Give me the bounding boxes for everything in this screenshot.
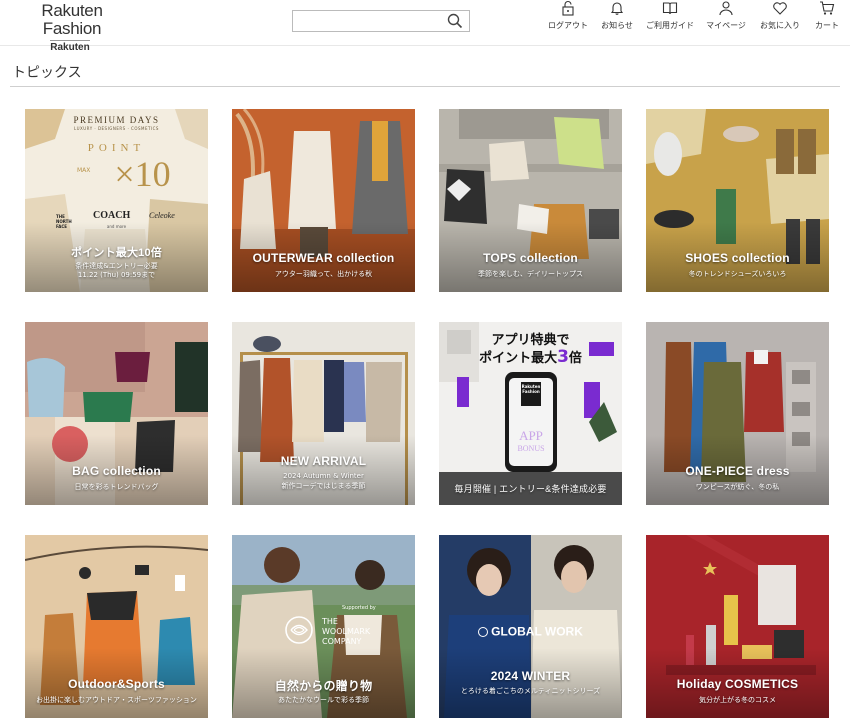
brand-celeoke: Celeoke — [149, 211, 175, 220]
section-title: トピックス — [12, 65, 82, 81]
search-input[interactable] — [293, 11, 443, 31]
premium-sub-2: 11.22 (Thu) 09:59まで — [77, 271, 156, 279]
search-icon[interactable] — [447, 13, 463, 29]
shoes-title: SHOES collection — [685, 251, 790, 265]
app-headline-1: アプリ特典で — [491, 333, 570, 348]
woolmark-sub: あたたかなウールで彩る季節 — [278, 696, 369, 704]
premium-days-tagline: LUXURY · DESIGNERS · COSMETICS — [74, 126, 159, 131]
tile-outdoor-sports[interactable]: Outdoor&Sports お出掛に楽しむアウトドア・スポーツファッション — [25, 535, 208, 718]
tile-premium-days[interactable]: PREMIUM DAYS LUXURY · DESIGNERS · COSMET… — [25, 109, 208, 292]
shoes-sub: 冬のトレンドシューズいろいろ — [688, 270, 787, 278]
nav-guide[interactable]: ご利用ガイド — [644, 0, 696, 34]
nav-cart-label: カート — [815, 21, 839, 30]
heart-icon — [773, 2, 787, 15]
tile-woolmark[interactable]: Supported by THE WOOLMARK COMPANY 自然からの贈… — [232, 535, 415, 718]
nav-cart[interactable]: カート — [812, 0, 842, 34]
woolmark-logo-icon — [285, 616, 313, 644]
global-work-brand: GLOBAL WORK — [439, 621, 622, 640]
nav-notifications[interactable]: お知らせ — [598, 0, 636, 34]
nav-favorites[interactable]: お気に入り — [757, 0, 803, 34]
tile-app-bonus[interactable]: アプリ特典で ポイント最大3倍 Rakuten Fashion APP BONU… — [439, 322, 622, 505]
one-piece-title: ONE-PIECE dress — [685, 464, 790, 478]
one-piece-sub: ワンピースが紡ぐ、冬の私 — [695, 483, 780, 491]
woolmark-line-2: WOOLMARK — [322, 627, 371, 636]
nav-favorites-label: お気に入り — [760, 21, 800, 30]
app-title: 毎月開催 | エントリー&条件達成必要 — [454, 484, 607, 494]
bag-sub: 日常を彩るトレンドバッグ — [74, 483, 159, 491]
outdoor-title: Outdoor&Sports — [68, 677, 165, 691]
bag-title: BAG collection — [72, 464, 161, 478]
globe-icon — [478, 626, 489, 637]
global-work-brand-text: GLOBAL WORK — [491, 624, 583, 639]
nav-logout-label: ログアウト — [548, 21, 588, 30]
premium-title: ポイント最大10倍 — [70, 247, 163, 259]
book-icon — [662, 2, 678, 15]
tops-title: TOPS collection — [483, 251, 578, 265]
rakuten-fashion-logo[interactable]: Rakuten Fashion Rakuten — [12, 2, 132, 54]
holiday-title: Holiday COSMETICS — [676, 677, 799, 691]
woolmark-line-3: COMPANY — [322, 637, 362, 646]
nav-mypage[interactable]: マイページ — [705, 0, 747, 34]
bell-icon — [610, 2, 624, 15]
tile-one-piece-dress[interactable]: ONE-PIECE dress ワンピースが紡ぐ、冬の私 — [646, 322, 829, 505]
outerwear-sub: アウター羽織って、出かける秋 — [274, 270, 373, 278]
tile-shoes-collection[interactable]: SHOES collection 冬のトレンドシューズいろいろ — [646, 109, 829, 292]
logo-sub-text: Rakuten — [50, 40, 90, 53]
nav-mypage-label: マイページ — [706, 21, 746, 30]
tile-bag-collection[interactable]: BAG collection 日常を彩るトレンドバッグ — [25, 322, 208, 505]
times-ten: ×10 — [114, 154, 171, 194]
user-icon — [719, 1, 733, 16]
tile-outerwear-collection[interactable]: OUTERWEAR collection アウター羽織って、出かける秋 — [232, 109, 415, 292]
app-headline-2c: 倍 — [568, 351, 582, 366]
woolmark-title: 自然からの贈り物 — [274, 679, 373, 693]
lock-icon — [562, 1, 574, 16]
tops-sub: 季節を楽しむ、デイリートップス — [478, 270, 583, 278]
outdoor-sub: お出掛に楽しむアウトドア・スポーツファッション — [36, 696, 197, 704]
new-arrival-sub-1: 2024 Autumn & Winter — [283, 472, 364, 480]
app-headline-2b: 3 — [557, 347, 569, 367]
woolmark-line-1: THE — [322, 617, 338, 626]
phone-bonus-bonus: BONUS — [517, 444, 545, 453]
cart-icon — [820, 1, 835, 15]
brand-coach: COACH — [93, 210, 131, 221]
supported-by: Supported by — [342, 605, 376, 611]
phone-brand: Rakuten Fashion — [521, 384, 541, 394]
tile-holiday-cosmetics[interactable]: Holiday COSMETICS 気分が上がる冬のコスメ — [646, 535, 829, 718]
section-divider — [10, 86, 840, 87]
new-arrival-sub-2: 新作コーデではじまる季節 — [281, 482, 366, 490]
global-work-title: 2024 WINTER — [490, 669, 571, 683]
search-box — [292, 10, 470, 32]
logo-main-text: Rakuten Fashion — [41, 1, 103, 38]
holiday-sub: 気分が上がる冬のコスメ — [699, 696, 776, 704]
site-header: Rakuten Fashion Rakuten ログアウト お知らせ ご利用ガイ… — [0, 0, 850, 53]
nav-logout[interactable]: ログアウト — [546, 0, 590, 34]
outerwear-title: OUTERWEAR collection — [252, 251, 395, 265]
new-arrival-title: NEW ARRIVAL — [280, 454, 367, 468]
tile-tops-collection[interactable]: TOPS collection 季節を楽しむ、デイリートップス — [439, 109, 622, 292]
phone-bonus-app: APP — [519, 428, 543, 443]
app-headline-2: ポイント最大3倍 — [439, 347, 622, 367]
tile-global-work[interactable]: GLOBAL WORK 2024 WINTER とろける着ごこちのメルティニット… — [439, 535, 622, 718]
global-work-sub: とろける着ごこちのメルティニットシリーズ — [460, 687, 601, 695]
tile-new-arrival[interactable]: NEW ARRIVAL 2024 Autumn & Winter 新作コーデでは… — [232, 322, 415, 505]
premium-days-label: PREMIUM DAYS — [73, 115, 160, 125]
app-headline-2a: ポイント最大 — [479, 351, 558, 366]
nav-guide-label: ご利用ガイド — [646, 21, 694, 30]
nav-notifications-label: お知らせ — [601, 21, 633, 30]
